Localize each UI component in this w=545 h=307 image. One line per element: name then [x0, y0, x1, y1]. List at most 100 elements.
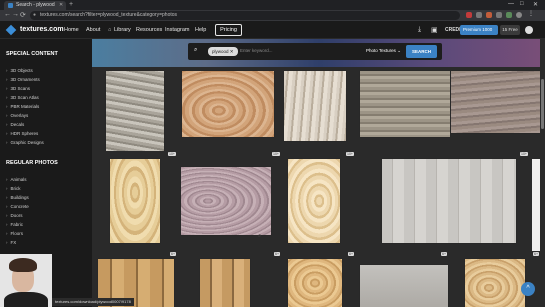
texture-thumbnail[interactable] [200, 259, 250, 307]
sidebar-item-hdr-spheres[interactable]: › HDR Spheres [6, 131, 38, 136]
search-chip-plywood[interactable]: plywood ✕ [208, 47, 238, 56]
profile-avatar[interactable] [516, 12, 522, 18]
texture-tile[interactable]: 6+ [282, 251, 356, 307]
sidebar-item-buildings[interactable]: › Buildings [6, 195, 29, 200]
chip-close-icon[interactable]: ✕ [230, 49, 234, 54]
window-maximize-button[interactable]: □ [520, 1, 524, 7]
image-count-badge: 6+ [533, 252, 539, 256]
site-logo[interactable]: textures.com [20, 26, 64, 33]
texture-tile[interactable]: 10+ [356, 151, 532, 251]
back-button[interactable]: ← [4, 11, 11, 18]
site-header: textures.com Home About ⌂ Library Resour… [0, 21, 545, 39]
chevron-right-icon: › [6, 222, 8, 227]
sidebar-item-concrete[interactable]: › Concrete [6, 204, 29, 209]
extension-icon[interactable] [496, 12, 502, 18]
texture-tile[interactable]: 6+ [356, 251, 451, 307]
scroll-to-top-button[interactable]: ^ [521, 282, 535, 296]
search-button[interactable]: SEARCH [406, 45, 437, 58]
sidebar-item-overlays[interactable]: › Overlays [6, 113, 28, 118]
status-url-bar: textures.com/download/plywood0007/9178 [52, 298, 134, 306]
texture-tile[interactable] [178, 67, 282, 159]
chevron-right-icon: › [6, 177, 8, 182]
sidebar-item-3d-scan-atlas[interactable]: › 3D Scan Atlas [6, 95, 39, 100]
texture-tile[interactable]: 10+ ⌕ [178, 151, 282, 251]
texture-tile[interactable] [451, 67, 545, 159]
texture-tile[interactable]: 6+ [178, 251, 282, 307]
browser-tab[interactable]: Search - plywood ✕ [4, 1, 66, 10]
chevron-right-icon: › [6, 77, 8, 82]
magnify-icon[interactable]: ⌕ [258, 233, 261, 240]
texture-thumbnail[interactable] [360, 71, 450, 137]
nav-about[interactable]: About [86, 27, 100, 33]
extension-icon[interactable] [486, 12, 492, 18]
chevron-up-icon: ^ [526, 285, 530, 292]
free-credits-button[interactable]: 15 Free [500, 25, 520, 35]
sidebar-item-doors[interactable]: › Doors [6, 213, 23, 218]
premium-credits-button[interactable]: Premium 1000 [460, 25, 498, 35]
texture-thumbnail[interactable] [288, 159, 340, 243]
page-scrollbar[interactable] [540, 39, 545, 307]
tab-favicon-icon [8, 3, 13, 8]
pricing-button[interactable]: Pricing [215, 24, 242, 36]
texture-thumbnail[interactable] [181, 167, 271, 235]
tab-close-icon[interactable]: ✕ [59, 2, 63, 8]
nav-instagram[interactable]: Instagram [165, 27, 189, 33]
extension-icon[interactable] [476, 12, 482, 18]
chevron-right-icon: › [6, 113, 8, 118]
image-count-badge: 6+ [348, 252, 354, 256]
download-icon[interactable]: ⤓ [418, 26, 421, 34]
sidebar-item-graphic-designs[interactable]: › Graphic Designs [6, 140, 44, 145]
sidebar-item-3d-objects[interactable]: › 3D Objects [6, 68, 33, 73]
url-field[interactable]: ● textures.com/search?filter=plywood_tex… [30, 11, 460, 20]
sidebar-item-3d-ornaments[interactable]: › 3D Ornaments [6, 77, 40, 82]
nav-home[interactable]: Home [64, 27, 79, 33]
chevron-right-icon: › [6, 68, 8, 73]
sidebar-item-animals[interactable]: › Animals [6, 177, 27, 182]
chevron-right-icon: › [6, 195, 8, 200]
chevron-right-icon: › [6, 240, 8, 245]
nav-help[interactable]: Help [195, 27, 206, 33]
texture-tile[interactable] [282, 67, 356, 159]
scrollbar-thumb[interactable] [541, 79, 544, 129]
texture-thumbnail[interactable] [106, 71, 164, 155]
window-close-button[interactable]: ✕ [533, 1, 538, 8]
texture-thumbnail[interactable] [182, 71, 274, 137]
cart-icon[interactable]: ▣ [431, 26, 438, 34]
texture-tile[interactable]: 10+ [92, 151, 178, 251]
category-dropdown[interactable]: Photo Textures ⌄ [366, 48, 401, 54]
sidebar-item-pbr-materials[interactable]: › PBR Materials [6, 104, 39, 109]
nav-library[interactable]: Library [114, 27, 131, 33]
sidebar-item-decals[interactable]: › Decals [6, 122, 24, 127]
texture-tile[interactable]: 10+ [282, 151, 356, 251]
extension-icon[interactable] [506, 12, 512, 18]
texture-thumbnail[interactable] [288, 259, 342, 307]
texture-tile[interactable] [92, 67, 178, 159]
extension-icon[interactable] [466, 12, 472, 18]
nav-resources[interactable]: Resources [136, 27, 162, 33]
user-avatar-icon[interactable] [525, 26, 533, 34]
texture-thumbnail[interactable] [465, 259, 525, 307]
texture-thumbnail[interactable] [382, 159, 516, 243]
sidebar-item-3d-scans[interactable]: › 3D Scans [6, 86, 30, 91]
window-minimize-button[interactable]: — [508, 1, 514, 7]
lock-icon: ● [33, 12, 37, 18]
keyword-input[interactable]: Enter keyword... [240, 48, 273, 53]
image-count-badge: 10+ [168, 152, 176, 156]
address-bar-row: ← → ⟳ ● textures.com/search?filter=plywo… [0, 10, 545, 21]
sidebar-item-fabric[interactable]: › Fabric [6, 222, 23, 227]
texture-tile[interactable]: 6+ [451, 251, 545, 307]
chevron-right-icon: › [6, 131, 8, 136]
forward-button[interactable]: → [12, 11, 19, 18]
sidebar-item-brick[interactable]: › Brick [6, 186, 21, 191]
menu-icon[interactable]: ⋮ [528, 10, 534, 17]
url-text: textures.com/search?filter=plywood_textu… [40, 12, 178, 18]
texture-thumbnail[interactable] [360, 265, 448, 307]
texture-thumbnail[interactable] [284, 71, 346, 141]
sidebar-item-floors[interactable]: › Floors [6, 231, 23, 236]
sidebar-item-fx[interactable]: › FX [6, 240, 16, 245]
texture-thumbnail[interactable] [110, 159, 160, 243]
texture-tile[interactable] [356, 67, 451, 159]
texture-thumbnail[interactable] [451, 71, 541, 133]
new-tab-button[interactable]: + [69, 1, 73, 8]
reload-button[interactable]: ⟳ [20, 11, 26, 19]
